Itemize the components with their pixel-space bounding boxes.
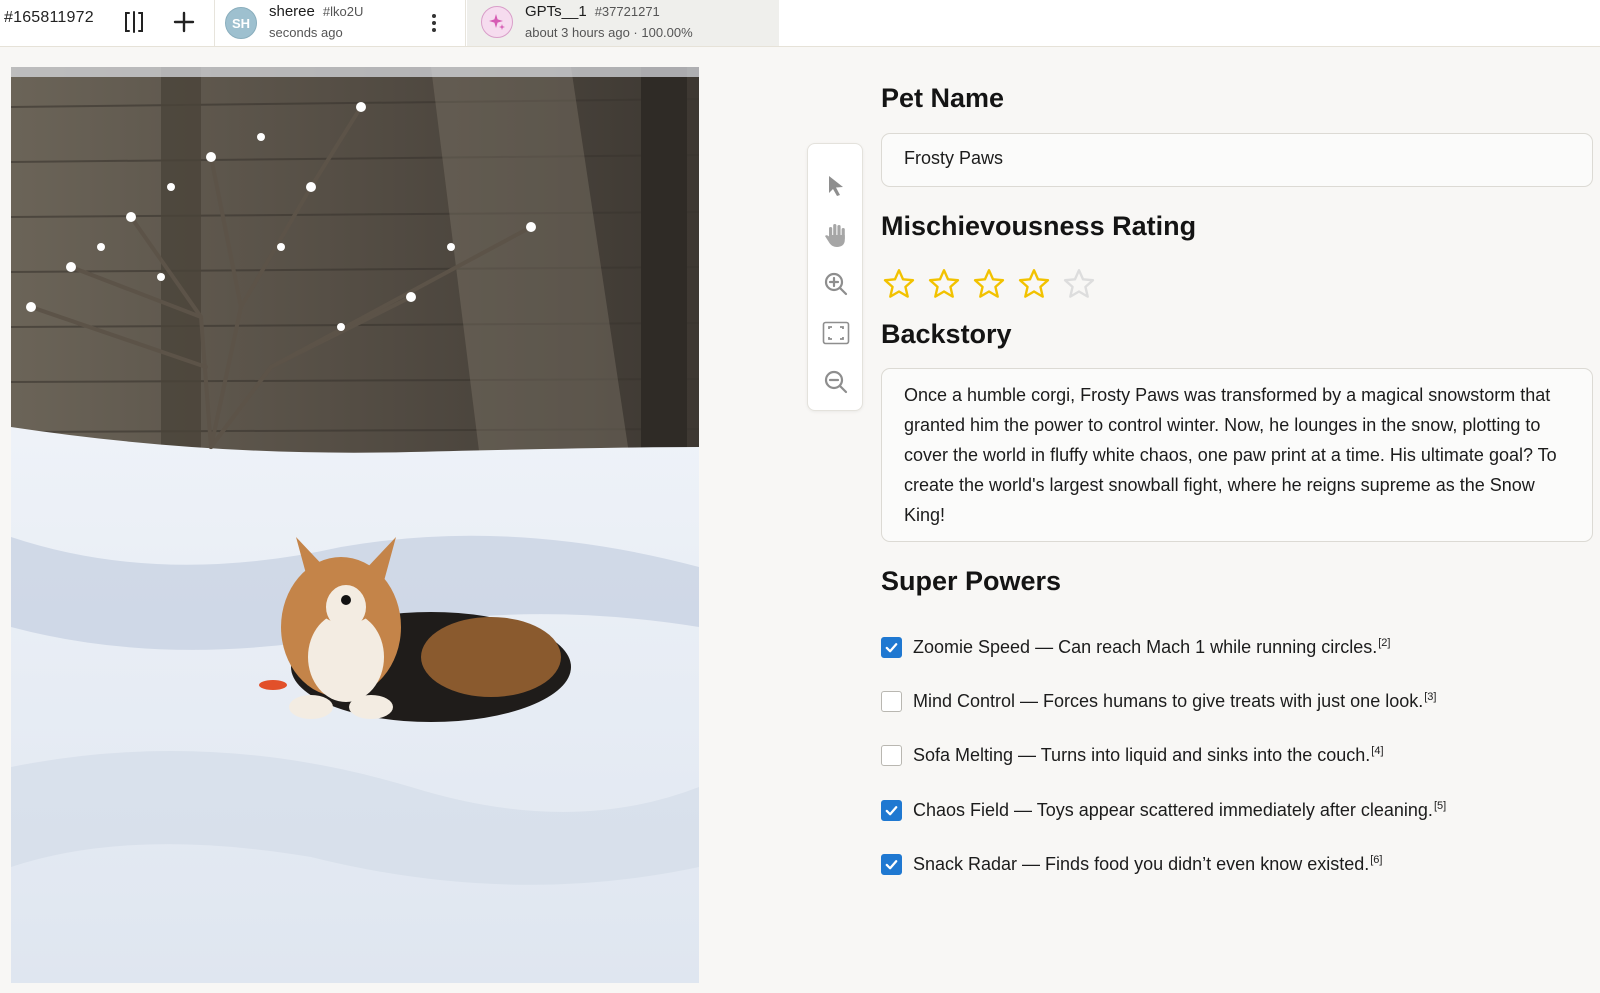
kebab-menu-icon[interactable] [429,12,439,34]
power-ref[interactable]: [6] [1370,854,1382,866]
tab-user-tag: #lko2U [322,4,364,19]
power-checkbox[interactable] [881,853,902,875]
top-bar: #165811972 SH sheree #lko2U seconds ago G… [0,0,1600,47]
power-item[interactable]: Zoomie Speed — Can reach Mach 1 while ru… [881,634,1390,660]
power-checkbox[interactable] [881,744,902,766]
power-text: Snack Radar — Finds food you didn’t even… [913,853,1370,874]
power-ref[interactable]: [2] [1378,637,1390,649]
power-checkbox[interactable] [881,690,902,712]
check-icon [885,859,898,869]
rating-label: Mischievousness Rating [881,211,1197,241]
split-view-icon[interactable] [118,6,150,38]
check-icon [885,642,898,652]
backstory-label: Backstory [881,319,1012,349]
pet-name-field[interactable]: Frosty Paws [881,133,1593,187]
tab-annotator[interactable]: SH sheree #lko2U seconds ago [214,0,466,46]
power-text: Mind Control — Forces humans to give tre… [913,690,1424,711]
power-item[interactable]: Sofa Melting — Turns into liquid and sin… [881,742,1384,768]
check-icon [885,805,898,815]
power-text: Zoomie Speed — Can reach Mach 1 while ru… [913,636,1378,657]
power-text: Chaos Field — Toys appear scattered imme… [913,799,1433,820]
plus-icon[interactable] [168,6,200,38]
zoom-out-icon[interactable] [820,366,852,398]
tab-model[interactable]: GPTs__1 #37721271 about 3 hours ago · 100… [467,0,779,46]
zoom-in-icon[interactable] [820,268,852,300]
star-icon[interactable] [926,266,962,302]
pointer-tool-icon[interactable] [820,170,852,202]
power-item[interactable]: Snack Radar — Finds food you didn’t even… [881,851,1382,877]
tab-user-name: sheree [269,3,315,20]
star-icon[interactable] [1016,266,1052,302]
star-rating[interactable] [881,266,1097,302]
tool-panel [807,143,863,411]
power-text: Sofa Melting — Turns into liquid and sin… [913,744,1371,765]
sparkle-icon [481,6,513,38]
star-icon[interactable] [971,266,1007,302]
tab-model-tag: #37721271 [594,4,660,19]
pet-name-label: Pet Name [881,83,1005,113]
power-ref[interactable]: [4] [1371,745,1383,757]
power-ref[interactable]: [5] [1434,800,1446,812]
tab-model-subtitle: about 3 hours ago · 100.00% [525,25,693,40]
fit-screen-icon[interactable] [820,317,852,349]
power-checkbox[interactable] [881,799,902,821]
star-icon[interactable] [1061,266,1097,302]
super-powers-label: Super Powers [881,566,1062,596]
power-checkbox[interactable] [881,636,902,658]
power-item[interactable]: Chaos Field — Toys appear scattered imme… [881,797,1446,823]
corgi-in-snow-photo [11,67,699,983]
power-item[interactable]: Mind Control — Forces humans to give tre… [881,688,1436,714]
task-id: #165811972 [4,9,94,26]
backstory-field[interactable]: Once a humble corgi, Frosty Paws was tra… [881,368,1593,542]
hand-tool-icon[interactable] [820,219,852,251]
star-icon[interactable] [881,266,917,302]
tab-model-name: GPTs__1 [525,3,587,20]
power-ref[interactable]: [3] [1424,691,1436,703]
avatar: SH [225,7,257,39]
tab-user-subtitle: seconds ago [269,25,343,40]
